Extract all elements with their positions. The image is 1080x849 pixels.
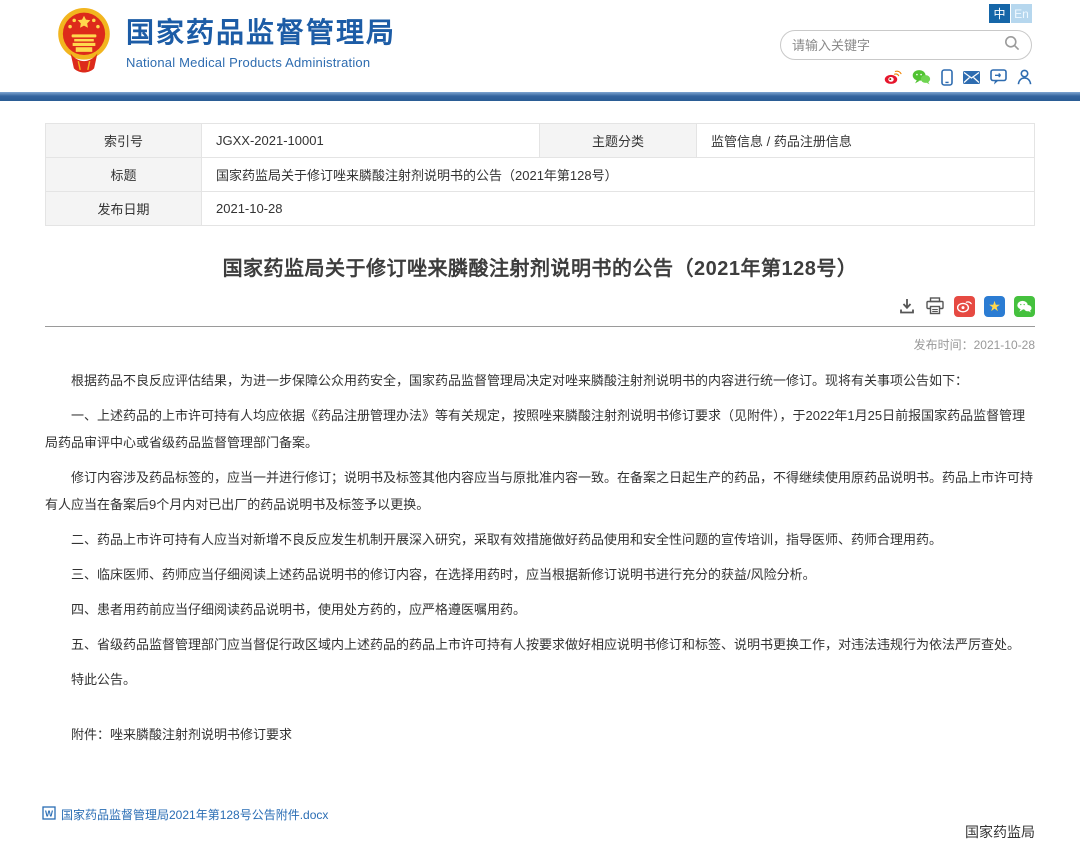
search-input[interactable] bbox=[792, 38, 1004, 53]
meta-date-value: 2021-10-28 bbox=[202, 192, 1035, 226]
article-paragraph: 五、省级药品监督管理部门应当督促行政区域内上述药品的药品上市许可持有人按要求做好… bbox=[45, 631, 1035, 658]
header-divider-bar bbox=[0, 92, 1080, 101]
meta-index-label: 索引号 bbox=[46, 124, 202, 158]
mail-icon[interactable] bbox=[963, 71, 980, 84]
wechat-icon[interactable] bbox=[912, 69, 931, 85]
download-icon[interactable] bbox=[898, 297, 916, 315]
meta-topic-value: 监管信息 / 药品注册信息 bbox=[697, 124, 1035, 158]
article-toolbar: ★ bbox=[45, 295, 1035, 317]
brand-text: 国家药品监督管理局 National Medical Products Admi… bbox=[126, 11, 396, 70]
meta-title-label: 标题 bbox=[46, 158, 202, 192]
social-icon-row bbox=[780, 68, 1032, 86]
meta-date-label: 发布日期 bbox=[46, 192, 202, 226]
article-paragraph: 四、患者用药前应当仔细阅读药品说明书，使用处方药的，应严格遵医嘱用药。 bbox=[45, 596, 1035, 623]
article-paragraph: 修订内容涉及药品标签的，应当一并进行修订；说明书及标签其他内容应当与原批准内容一… bbox=[45, 464, 1035, 518]
publish-time: 发布时间：2021-10-28 bbox=[45, 336, 1035, 353]
org-name-cn: 国家药品监督管理局 bbox=[126, 11, 396, 51]
org-name-en: National Medical Products Administration bbox=[126, 55, 396, 70]
share-qzone-icon[interactable]: ★ bbox=[984, 296, 1005, 317]
lang-zh-button[interactable]: 中 bbox=[989, 4, 1010, 23]
brand[interactable]: 国家药品监督管理局 National Medical Products Admi… bbox=[57, 7, 396, 73]
language-switch: 中 En bbox=[780, 4, 1032, 23]
article-paragraph: 二、药品上市许可持有人应当对新增不良反应发生机制开展深入研究，采取有效措施做好药… bbox=[45, 526, 1035, 553]
search-box[interactable] bbox=[780, 30, 1032, 60]
national-emblem-logo bbox=[57, 7, 111, 73]
lang-en-button[interactable]: En bbox=[1011, 4, 1032, 23]
message-icon[interactable] bbox=[990, 69, 1007, 85]
user-icon[interactable] bbox=[1017, 69, 1032, 85]
meta-index-value: JGXX-2021-10001 bbox=[202, 124, 540, 158]
site-header: 国家药品监督管理局 National Medical Products Admi… bbox=[0, 0, 1080, 92]
word-doc-icon: W bbox=[42, 806, 56, 823]
article-paragraph: 一、上述药品的上市许可持有人均应依据《药品注册管理办法》等有关规定，按照唑来膦酸… bbox=[45, 402, 1035, 456]
print-icon[interactable] bbox=[925, 297, 945, 315]
main-content: 索引号 JGXX-2021-10001 主题分类 监管信息 / 药品注册信息 标… bbox=[45, 123, 1035, 849]
weibo-icon[interactable] bbox=[884, 69, 902, 85]
article-paragraph: 三、临床医师、药师应当仔细阅读上述药品说明书的修订内容，在选择用药时，应当根据新… bbox=[45, 561, 1035, 588]
document-meta-table: 索引号 JGXX-2021-10001 主题分类 监管信息 / 药品注册信息 标… bbox=[45, 123, 1035, 226]
article-paragraph: 根据药品不良反应评估结果，为进一步保障公众用药安全，国家药品监督管理局决定对唑来… bbox=[45, 367, 1035, 394]
meta-row-index-topic: 索引号 JGXX-2021-10001 主题分类 监管信息 / 药品注册信息 bbox=[46, 124, 1035, 158]
nmpa-announcement-page: 国家药品监督管理局 National Medical Products Admi… bbox=[0, 0, 1080, 849]
header-right: 中 En bbox=[780, 4, 1032, 86]
svg-text:W: W bbox=[45, 809, 54, 819]
meta-row-title: 标题 国家药监局关于修订唑来膦酸注射剂说明书的公告（2021年第128号） bbox=[46, 158, 1035, 192]
attachment-download-link[interactable]: W 国家药品监督管理局2021年第128号公告附件.docx bbox=[42, 806, 328, 823]
search-icon[interactable] bbox=[1004, 35, 1020, 56]
title-divider bbox=[45, 326, 1035, 327]
article-paragraph: 特此公告。 bbox=[45, 666, 1035, 693]
attachment-filename[interactable]: 国家药品监督管理局2021年第128号公告附件.docx bbox=[61, 806, 328, 823]
share-wechat-icon[interactable] bbox=[1014, 296, 1035, 317]
article-body: 根据药品不良反应评估结果，为进一步保障公众用药安全，国家药品监督管理局决定对唑来… bbox=[45, 367, 1035, 748]
meta-topic-label: 主题分类 bbox=[540, 124, 697, 158]
article-title: 国家药监局关于修订唑来膦酸注射剂说明书的公告（2021年第128号） bbox=[45, 252, 1035, 281]
share-weibo-icon[interactable] bbox=[954, 296, 975, 317]
meta-title-value: 国家药监局关于修订唑来膦酸注射剂说明书的公告（2021年第128号） bbox=[202, 158, 1035, 192]
attachment-note: 附件：唑来膦酸注射剂说明书修订要求 bbox=[45, 721, 1035, 748]
meta-row-date: 发布日期 2021-10-28 bbox=[46, 192, 1035, 226]
mobile-icon[interactable] bbox=[941, 69, 953, 86]
